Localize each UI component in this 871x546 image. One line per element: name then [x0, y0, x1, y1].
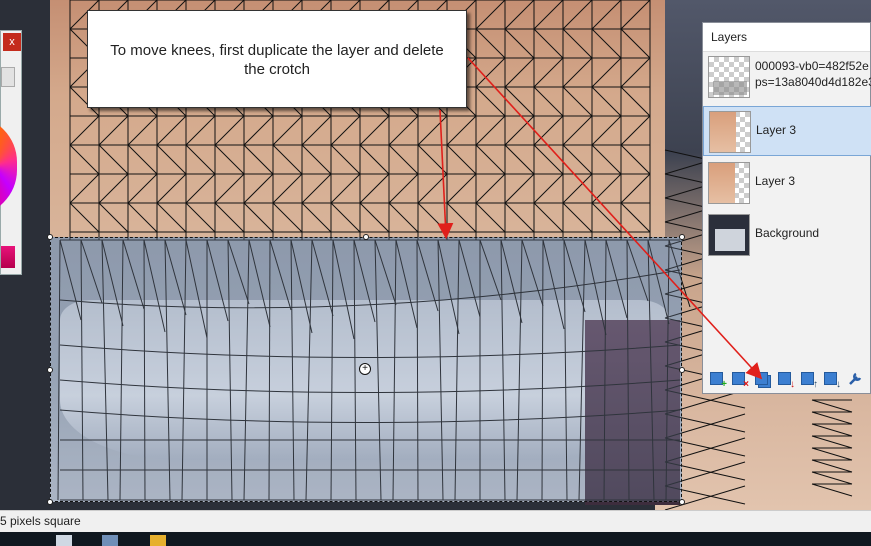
instruction-callout: To move knees, first duplicate the layer…	[87, 10, 467, 108]
paint-app-icon[interactable]	[102, 535, 118, 546]
layer-name: 000093-vb0=482f52e ps=13a8040d4d182e3	[755, 59, 871, 89]
layer-row-background[interactable]: Background	[703, 210, 871, 260]
move-layer-up-icon[interactable]: ↑	[800, 371, 818, 390]
layer-row-text[interactable]: 000093-vb0=482f52e ps=13a8040d4d182e3	[703, 52, 871, 102]
file-explorer-icon[interactable]	[150, 535, 166, 546]
selection-handle-top-left[interactable]	[47, 234, 53, 240]
color-hex-field[interactable]	[1, 67, 15, 87]
selection-handle-bottom-right[interactable]	[679, 499, 685, 505]
move-center-icon[interactable]: +	[359, 363, 371, 375]
status-text: 5 pixels square	[0, 514, 81, 528]
selection-handle-top-right[interactable]	[679, 234, 685, 240]
color-wheel[interactable]	[0, 116, 17, 216]
layers-panel: Layers 000093-vb0=482f52e ps=13a8040d4d1…	[702, 22, 871, 394]
layer-name: Layer 3	[756, 123, 797, 137]
merge-layer-down-icon[interactable]: ↓	[777, 371, 795, 390]
selection-handle-bottom-left[interactable]	[47, 499, 53, 505]
selection-handle-top[interactable]	[363, 234, 369, 240]
move-layer-down-icon[interactable]: ↓	[823, 371, 841, 390]
duplicate-layer-icon[interactable]	[754, 371, 771, 388]
selection-handle-left[interactable]	[47, 367, 53, 373]
notepad-icon[interactable]	[56, 535, 72, 546]
layers-toolbar: + × ↓ ↑ ↓	[703, 365, 871, 393]
layer-row-layer3-selected[interactable]: Layer 3	[703, 106, 871, 156]
selection-handle-right[interactable]	[679, 367, 685, 373]
layer-thumbnail	[708, 214, 750, 256]
layer-properties-icon[interactable]	[847, 371, 863, 387]
layer-thumbnail	[709, 111, 751, 153]
callout-text: To move knees, first duplicate the layer…	[110, 42, 444, 78]
layer-thumbnail	[708, 56, 750, 98]
close-icon[interactable]: x	[3, 33, 21, 51]
layer-name: Layer 3	[755, 174, 796, 188]
primary-color-swatch[interactable]	[1, 246, 15, 268]
colors-window: x	[0, 30, 22, 275]
layer-thumbnail	[708, 162, 750, 204]
add-layer-icon[interactable]: +	[709, 371, 727, 390]
delete-layer-icon[interactable]: ×	[731, 371, 749, 390]
layers-panel-title: Layers	[703, 23, 870, 52]
layer-row-layer3[interactable]: Layer 3	[703, 158, 871, 208]
status-bar: 5 pixels square	[0, 510, 871, 533]
layer-name: Background	[755, 226, 820, 240]
taskbar	[0, 532, 871, 546]
